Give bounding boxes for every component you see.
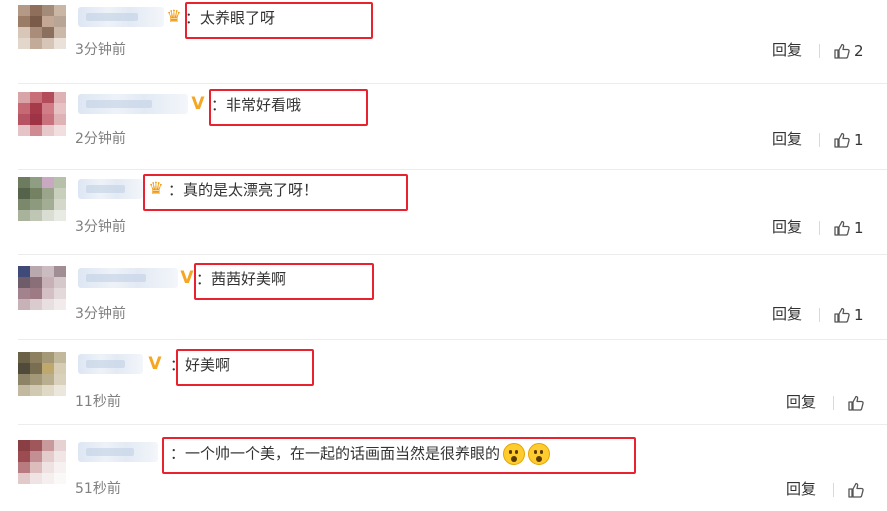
highlight-box: [209, 89, 368, 126]
like-count: 2: [854, 42, 864, 60]
like-count: 1: [854, 131, 864, 149]
like-button[interactable]: 2: [833, 41, 864, 61]
highlight-box: [185, 2, 373, 39]
action-divider: [833, 483, 834, 497]
username-blurred[interactable]: [78, 354, 143, 374]
like-button[interactable]: 1: [833, 130, 864, 150]
avatar[interactable]: [18, 177, 66, 221]
highlight-box: [143, 174, 408, 211]
reply-button[interactable]: 回复: [772, 305, 802, 323]
comment-time: 3分钟前: [75, 219, 126, 235]
like-button[interactable]: [847, 480, 865, 500]
highlight-box: [194, 263, 374, 300]
action-divider: [819, 133, 820, 147]
avatar[interactable]: [18, 352, 66, 396]
comment-time: 2分钟前: [75, 131, 126, 147]
reply-button[interactable]: 回复: [786, 393, 816, 411]
comment-time: 11秒前: [75, 394, 121, 410]
username-blurred[interactable]: [78, 179, 143, 199]
reply-button[interactable]: 回复: [772, 218, 802, 236]
reply-button[interactable]: 回复: [786, 480, 816, 498]
username-blurred[interactable]: [78, 268, 178, 288]
highlight-box: [176, 349, 314, 386]
comment-item: V ：好美啊 11秒前 回复: [0, 340, 887, 425]
avatar[interactable]: [18, 266, 66, 310]
avatar[interactable]: [18, 440, 66, 484]
action-divider: [833, 396, 834, 410]
like-button[interactable]: 1: [833, 218, 864, 238]
thumbs-up-icon: [833, 131, 851, 149]
username-blurred[interactable]: [78, 7, 164, 27]
thumbs-up-icon: [833, 306, 851, 324]
comment-item: V ：非常好看哦 2分钟前 回复 1: [0, 84, 887, 170]
like-button[interactable]: [847, 393, 865, 413]
vip-badge-icon: V: [191, 94, 205, 114]
like-button[interactable]: 1: [833, 305, 864, 325]
highlight-box: [162, 437, 636, 474]
comment-item: ♛ ：太养眼了呀 3分钟前 回复 2: [0, 0, 887, 84]
action-divider: [819, 308, 820, 322]
like-count: 1: [854, 306, 864, 324]
comment-time: 51秒前: [75, 481, 121, 497]
avatar[interactable]: [18, 5, 66, 49]
like-count: 1: [854, 219, 864, 237]
username-blurred[interactable]: [78, 442, 158, 462]
comment-list: ♛ ：太养眼了呀 3分钟前 回复 2 V ：非常好看哦 2分钟前 回复 1 ♛ ：真的是太漂亮了呀！ 3…: [0, 0, 887, 511]
action-divider: [819, 221, 820, 235]
comment-time: 3分钟前: [75, 306, 126, 322]
comment-item: ♛ ：真的是太漂亮了呀！ 3分钟前 回复 1: [0, 170, 887, 255]
thumbs-up-icon: [847, 481, 865, 499]
reply-button[interactable]: 回复: [772, 41, 802, 59]
username-blurred[interactable]: [78, 94, 188, 114]
reply-button[interactable]: 回复: [772, 130, 802, 148]
thumbs-up-icon: [833, 219, 851, 237]
crown-badge-icon: ♛: [166, 7, 182, 27]
vip-badge-icon: V: [148, 354, 162, 374]
comment-item: ：一个帅一个美，在一起的话画面当然是很养眼的 51秒前 回复: [0, 425, 887, 511]
avatar[interactable]: [18, 92, 66, 136]
comment-item: V ：茜茜好美啊 3分钟前 回复 1: [0, 255, 887, 340]
action-divider: [819, 44, 820, 58]
thumbs-up-icon: [833, 42, 851, 60]
comment-time: 3分钟前: [75, 42, 126, 58]
thumbs-up-icon: [847, 394, 865, 412]
